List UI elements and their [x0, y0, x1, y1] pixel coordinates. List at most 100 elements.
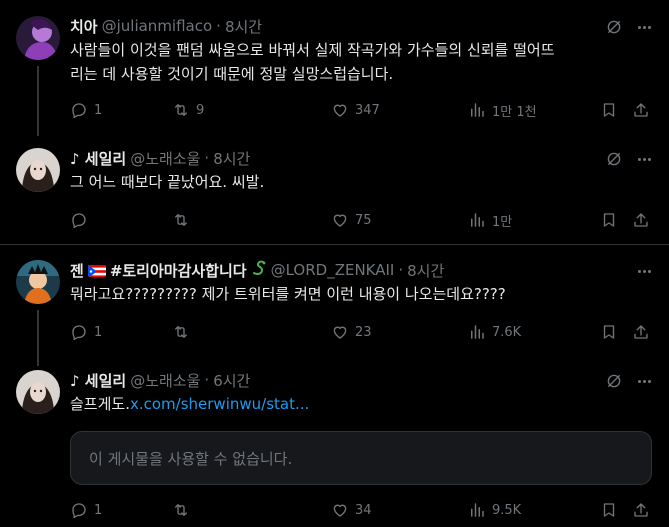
- retweet-icon: [172, 211, 190, 229]
- display-name[interactable]: 치아: [70, 16, 98, 37]
- reply-button[interactable]: [70, 210, 94, 230]
- retweet-icon: [172, 101, 190, 119]
- puerto-rico-flag-icon: [87, 264, 106, 277]
- tweet-text: 슬프게도.x.com/sherwinwu/stat...: [70, 392, 654, 416]
- tweet-1[interactable]: 치아 @julianmiflaco · 8시간 사람들이 이것을 팬덤 싸움으로…: [0, 14, 669, 136]
- display-name[interactable]: 젠 #토리아마감사합니다: [70, 260, 267, 281]
- grok-icon[interactable]: [605, 372, 623, 390]
- like-button[interactable]: 34: [331, 500, 372, 520]
- unavailable-post-card: 이 게시물을 사용할 수 없습니다.: [70, 431, 652, 485]
- more-icon[interactable]: [635, 18, 653, 36]
- like-button[interactable]: 23: [331, 322, 372, 342]
- bookmark-button[interactable]: [600, 322, 624, 342]
- like-icon: [331, 501, 349, 519]
- view-count: 1만 1천: [492, 104, 537, 120]
- views-button[interactable]: 9.5K: [468, 500, 521, 520]
- grok-icon[interactable]: [605, 150, 623, 168]
- like-button[interactable]: 347: [331, 100, 380, 120]
- display-name[interactable]: ♪ 세일리: [70, 370, 126, 391]
- share-button[interactable]: [632, 500, 656, 520]
- handle[interactable]: @LORD_ZENKAII: [271, 261, 395, 279]
- timestamp[interactable]: 6시간: [213, 370, 250, 391]
- retweet-button[interactable]: [172, 210, 196, 230]
- share-button[interactable]: [632, 322, 656, 342]
- action-bar: 1 23 7.6K: [70, 322, 654, 342]
- bookmark-button[interactable]: [600, 500, 624, 520]
- separator: ·: [204, 371, 210, 389]
- thread-line: [37, 310, 39, 366]
- reply-icon: [70, 101, 88, 119]
- more-icon[interactable]: [635, 262, 653, 280]
- separator: ·: [204, 149, 210, 167]
- tweet-text-line: 사람들이 이것을 팬덤 싸움으로 바꿔서 실제 작곡가와 가수들의 신뢰를 떨어…: [70, 41, 555, 59]
- divider: [0, 244, 669, 245]
- views-button[interactable]: 1만 1천: [468, 100, 537, 120]
- retweet-button[interactable]: 9: [172, 100, 204, 120]
- tweet-text-line: 리는 데 사용할 것이기 때문에 정말 실망스럽습니다.: [70, 65, 394, 83]
- handle[interactable]: @julianmiflaco: [102, 17, 213, 35]
- views-button[interactable]: 1만: [468, 210, 512, 230]
- reply-count: 1: [94, 324, 103, 340]
- tweet-4[interactable]: ♪ 세일리 @노래소울 · 6시간 슬프게도.x.com/sherwinwu/s…: [0, 368, 669, 527]
- name-suffix: #토리아마감사합니다: [109, 261, 247, 280]
- tweet-text: 사람들이 이것을 팬덤 싸움으로 바꿔서 실제 작곡가와 가수들의 신뢰를 떨어…: [70, 38, 654, 86]
- separator: ·: [216, 17, 221, 35]
- view-count: 7.6K: [492, 324, 522, 340]
- timestamp[interactable]: 8시간: [225, 16, 262, 37]
- avatar[interactable]: [16, 148, 60, 192]
- like-icon: [331, 323, 349, 341]
- retweet-button[interactable]: [172, 500, 196, 520]
- share-button[interactable]: [632, 100, 656, 120]
- action-bar: 75 1만: [70, 210, 654, 230]
- timestamp[interactable]: 8시간: [213, 148, 250, 169]
- like-count: 23: [355, 324, 372, 340]
- reply-button[interactable]: 1: [70, 322, 102, 342]
- thread-line: [37, 66, 39, 136]
- tweet-2[interactable]: ♪ 세일리 @노래소울 · 8시간 그 어느 때보다 끝났어요. 씨발. 75 …: [0, 146, 669, 244]
- like-icon: [331, 101, 349, 119]
- views-icon: [468, 323, 486, 341]
- more-icon[interactable]: [635, 150, 653, 168]
- retweet-count: 9: [196, 102, 205, 118]
- tweet-text: 그 어느 때보다 끝났어요. 씨발.: [70, 173, 265, 191]
- views-button[interactable]: 7.6K: [468, 322, 521, 342]
- avatar[interactable]: [16, 370, 60, 414]
- handle[interactable]: @노래소울: [130, 148, 200, 169]
- share-icon: [632, 211, 650, 229]
- name-prefix: 젠: [70, 261, 84, 280]
- like-count: 347: [355, 102, 380, 118]
- tweet-3[interactable]: 젠 #토리아마감사합니다 @LORD_ZENKAII · 8시간 뭐라고요???…: [0, 258, 669, 366]
- separator: ·: [398, 261, 404, 279]
- dragon-icon: [251, 260, 267, 280]
- reply-button[interactable]: 1: [70, 100, 102, 120]
- like-count: 34: [355, 502, 372, 518]
- timestamp[interactable]: 8시간: [407, 260, 444, 281]
- like-button[interactable]: 75: [331, 210, 372, 230]
- views-icon: [468, 501, 486, 519]
- share-button[interactable]: [632, 210, 656, 230]
- views-icon: [468, 211, 486, 229]
- handle[interactable]: @노래소울: [130, 370, 200, 391]
- avatar[interactable]: [16, 260, 60, 304]
- bookmark-button[interactable]: [600, 100, 624, 120]
- tweet-link[interactable]: x.com/sherwinwu/stat...: [130, 395, 309, 413]
- display-name[interactable]: ♪ 세일리: [70, 148, 126, 169]
- grok-icon[interactable]: [605, 18, 623, 36]
- retweet-icon: [172, 323, 190, 341]
- reply-count: 1: [94, 102, 103, 118]
- reply-icon: [70, 323, 88, 341]
- share-icon: [632, 501, 650, 519]
- more-icon[interactable]: [635, 372, 653, 390]
- reply-icon: [70, 501, 88, 519]
- share-icon: [632, 101, 650, 119]
- like-count: 75: [355, 212, 372, 228]
- avatar[interactable]: [16, 16, 60, 60]
- reply-button[interactable]: 1: [70, 500, 102, 520]
- tweet-text-content: 슬프게도.: [70, 395, 130, 413]
- action-bar: 1 34 9.5K: [70, 500, 654, 520]
- tweet-text: 뭐라고요????????? 제가 트위터를 켜면 이런 내용이 나오는데요???…: [70, 285, 506, 303]
- views-icon: [468, 101, 486, 119]
- retweet-button[interactable]: [172, 322, 196, 342]
- bookmark-button[interactable]: [600, 210, 624, 230]
- action-bar: 1 9 347 1만 1천: [70, 100, 654, 120]
